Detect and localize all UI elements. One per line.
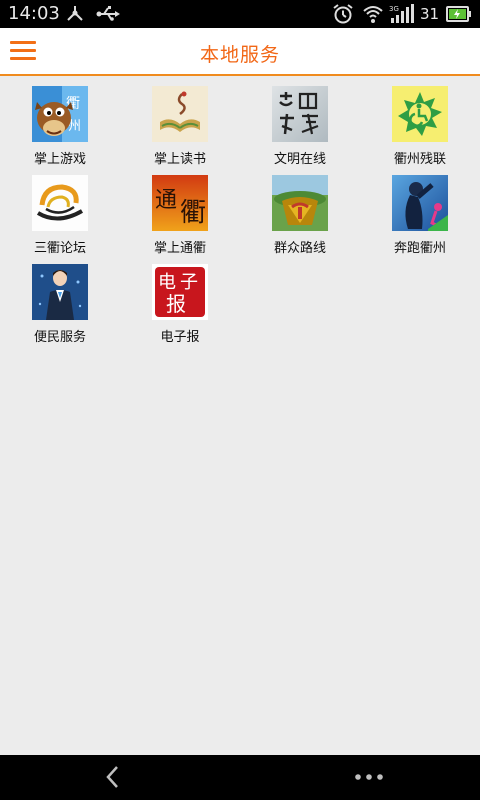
runner-silhouette-icon <box>392 175 448 231</box>
svg-text:衢: 衢 <box>180 198 206 228</box>
service-label: 奔跑衢州 <box>393 241 446 256</box>
tongqu-calligraphy-icon: 通 衢 <box>152 175 208 231</box>
svg-text:通: 通 <box>155 188 177 213</box>
svg-text:子: 子 <box>180 272 198 293</box>
usb-icon <box>96 4 122 28</box>
service-label: 便民服务 <box>33 330 86 345</box>
service-label: 三衢论坛 <box>33 241 86 256</box>
service-convenience[interactable]: 便民服务 <box>0 264 120 353</box>
service-disability-federation[interactable]: 衢州残联 <box>360 86 480 175</box>
back-arrow-icon[interactable] <box>100 764 126 790</box>
service-tongqu[interactable]: 通 衢 掌上通衢 <box>120 175 240 264</box>
game-mascot-icon: 衢 州 <box>32 86 88 142</box>
service-label: 衢州残联 <box>393 152 446 167</box>
service-staff-icon <box>32 264 88 320</box>
page-title: 本地服务 <box>199 44 280 66</box>
svg-text:3G: 3G <box>389 5 399 13</box>
service-label: 群众路线 <box>273 241 326 256</box>
service-label: 文明在线 <box>273 152 326 167</box>
service-label: 掌上读书 <box>153 152 206 167</box>
forum-swirl-icon <box>32 175 88 231</box>
service-reading[interactable]: 掌上读书 <box>120 86 240 175</box>
status-time: 14:03 <box>8 3 60 24</box>
service-label: 掌上通衢 <box>153 241 206 256</box>
service-game[interactable]: 衢 州 掌上游戏 <box>0 86 120 175</box>
signal-3g-icon: 3G <box>389 3 415 29</box>
service-label: 掌上游戏 <box>33 152 86 167</box>
service-running-quzhou[interactable]: 奔跑衢州 <box>360 175 480 264</box>
svg-text:电: 电 <box>158 272 176 293</box>
svg-text:报: 报 <box>166 292 186 316</box>
navigation-bar <box>0 755 480 800</box>
app-header: 本地服务 <box>0 28 480 76</box>
battery-icon <box>446 6 472 26</box>
service-label: 电子报 <box>160 330 200 345</box>
party-emblem-icon <box>272 175 328 231</box>
wifi-icon <box>362 3 384 29</box>
share-icon <box>64 4 86 28</box>
service-sanqu-forum[interactable]: 三衢论坛 <box>0 175 120 264</box>
open-book-icon <box>152 86 208 142</box>
e-newspaper-seal-icon: 电 子 报 <box>152 264 208 320</box>
calligraphy-icon <box>272 86 328 142</box>
alarm-icon <box>332 3 354 29</box>
battery-level: 31 <box>420 5 440 23</box>
service-e-newspaper[interactable]: 电 子 报 电子报 <box>120 264 240 353</box>
service-mass-line[interactable]: 群众路线 <box>240 175 360 264</box>
status-bar: 14:03 3G 31 <box>0 0 480 28</box>
disability-federation-icon <box>392 86 448 142</box>
service-civilization[interactable]: 文明在线 <box>240 86 360 175</box>
more-dots-icon[interactable] <box>352 764 386 790</box>
